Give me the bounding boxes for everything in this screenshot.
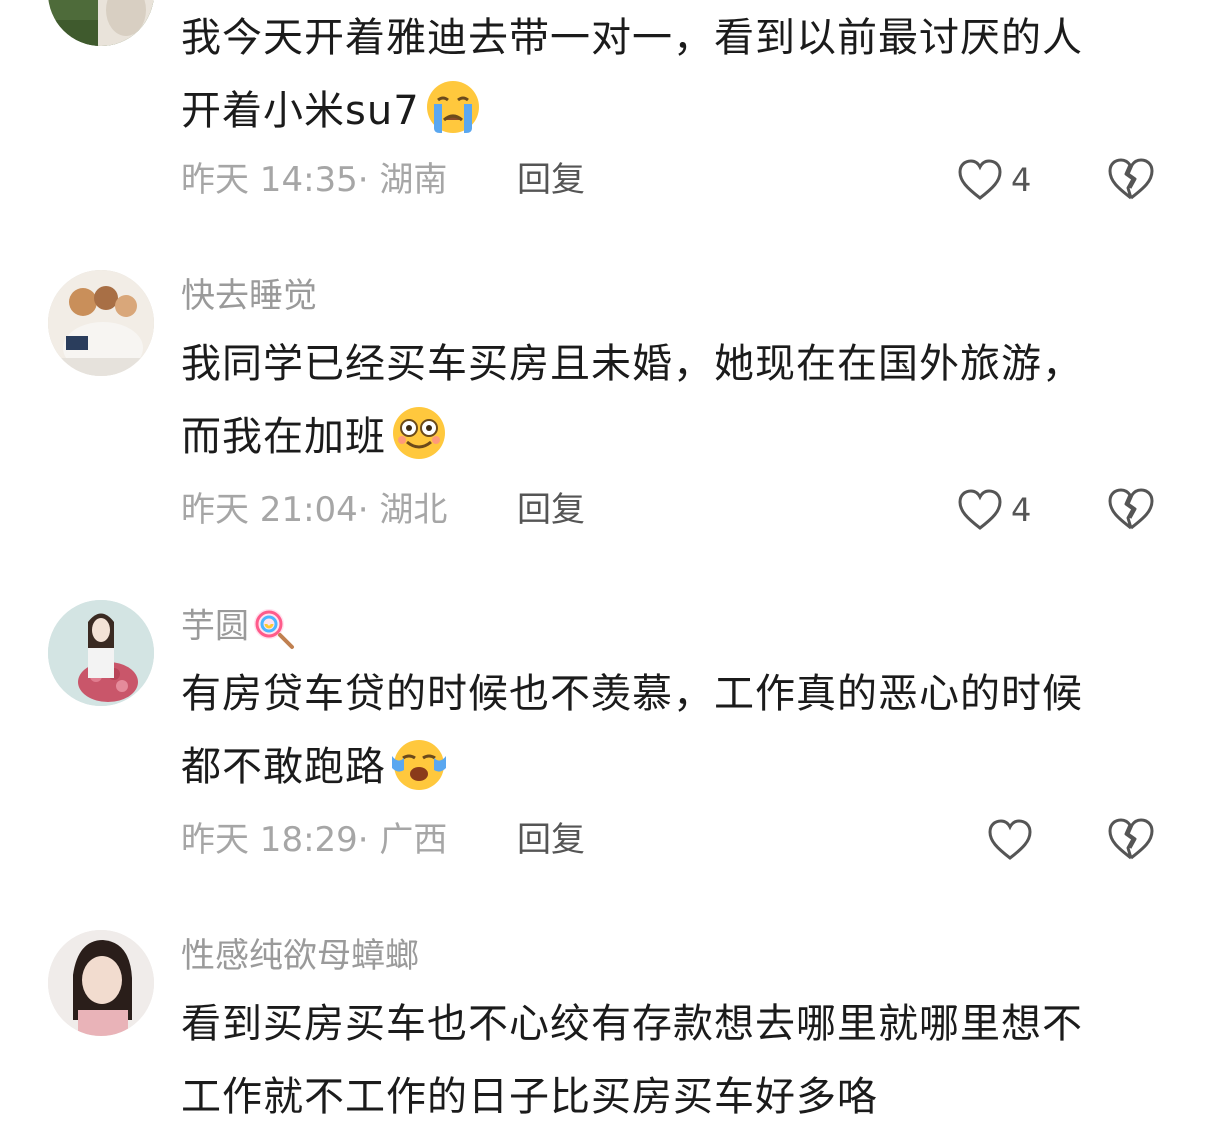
heart-icon (958, 159, 1002, 200)
avatar[interactable] (48, 930, 154, 1036)
loudly-crying-face-emoji-icon (392, 740, 446, 790)
reply-button[interactable]: 回复 (517, 160, 585, 200)
heart-icon (958, 489, 1002, 530)
comment-line: 我同学已经买车买房且未婚，她现在在国外旅游， (181, 341, 1083, 387)
like-count: 4 (1011, 161, 1032, 199)
crying-face-emoji-icon (426, 81, 479, 133)
comment-line: 有房贷车贷的时候也不羡慕，工作真的恶心的时候 (181, 671, 1083, 717)
dislike-button[interactable] (1106, 156, 1156, 204)
heart-icon (988, 819, 1032, 860)
comment-line: 开着小米su7 (181, 88, 420, 134)
username[interactable]: 芋圆 (181, 606, 295, 650)
username[interactable]: 性感纯欲母蟑螂 (181, 936, 419, 976)
avatar[interactable] (48, 600, 154, 706)
comment-content: 我今天开着雅迪去带一对一，看到以前最讨厌的人 开着小米su7 (181, 2, 1166, 148)
avatar[interactable] (48, 270, 154, 376)
dislike-button[interactable] (1106, 816, 1156, 864)
comment-line: 我今天开着雅迪去带一对一，看到以前最讨厌的人 (181, 15, 1083, 61)
lollipop-icon (254, 609, 294, 649)
comment-content: 有房贷车贷的时候也不羡慕，工作真的恶心的时候 都不敢跑路 (181, 658, 1166, 804)
comment-line: 而我在加班 (181, 414, 386, 460)
reply-button[interactable]: 回复 (517, 820, 585, 860)
dizzy-smile-face-emoji-icon (393, 407, 445, 459)
like-button[interactable]: 4 (957, 156, 1031, 204)
comment-content: 看到买房买车也不心绞有存款想去哪里就哪里想不 工作就不工作的日子比买房买车好多咯 (181, 988, 1166, 1134)
comment-line: 看到买房买车也不心绞有存款想去哪里就哪里想不 (181, 1001, 1083, 1047)
comment-content: 我同学已经买车买房且未婚，她现在在国外旅游， 而我在加班 (181, 328, 1166, 474)
comment-meta: 昨天 14:35· 湖南 (181, 160, 448, 200)
comment-meta: 昨天 18:29· 广西 (181, 820, 448, 860)
comment-line: 都不敢跑路 (181, 744, 386, 790)
comment-line: 工作就不工作的日子比买房买车好多咯 (181, 1074, 878, 1120)
like-button[interactable]: 4 (957, 486, 1031, 534)
dislike-button[interactable] (1106, 486, 1156, 534)
avatar[interactable] (48, 0, 154, 46)
like-button[interactable] (987, 816, 1041, 864)
username-text: 芋圆 (181, 606, 249, 647)
like-count: 4 (1011, 491, 1032, 529)
broken-heart-icon (1108, 818, 1154, 860)
reply-button[interactable]: 回复 (517, 490, 585, 530)
username[interactable]: 快去睡觉 (181, 276, 317, 316)
broken-heart-icon (1108, 488, 1154, 530)
comment-meta: 昨天 21:04· 湖北 (181, 490, 448, 530)
broken-heart-icon (1108, 158, 1154, 200)
